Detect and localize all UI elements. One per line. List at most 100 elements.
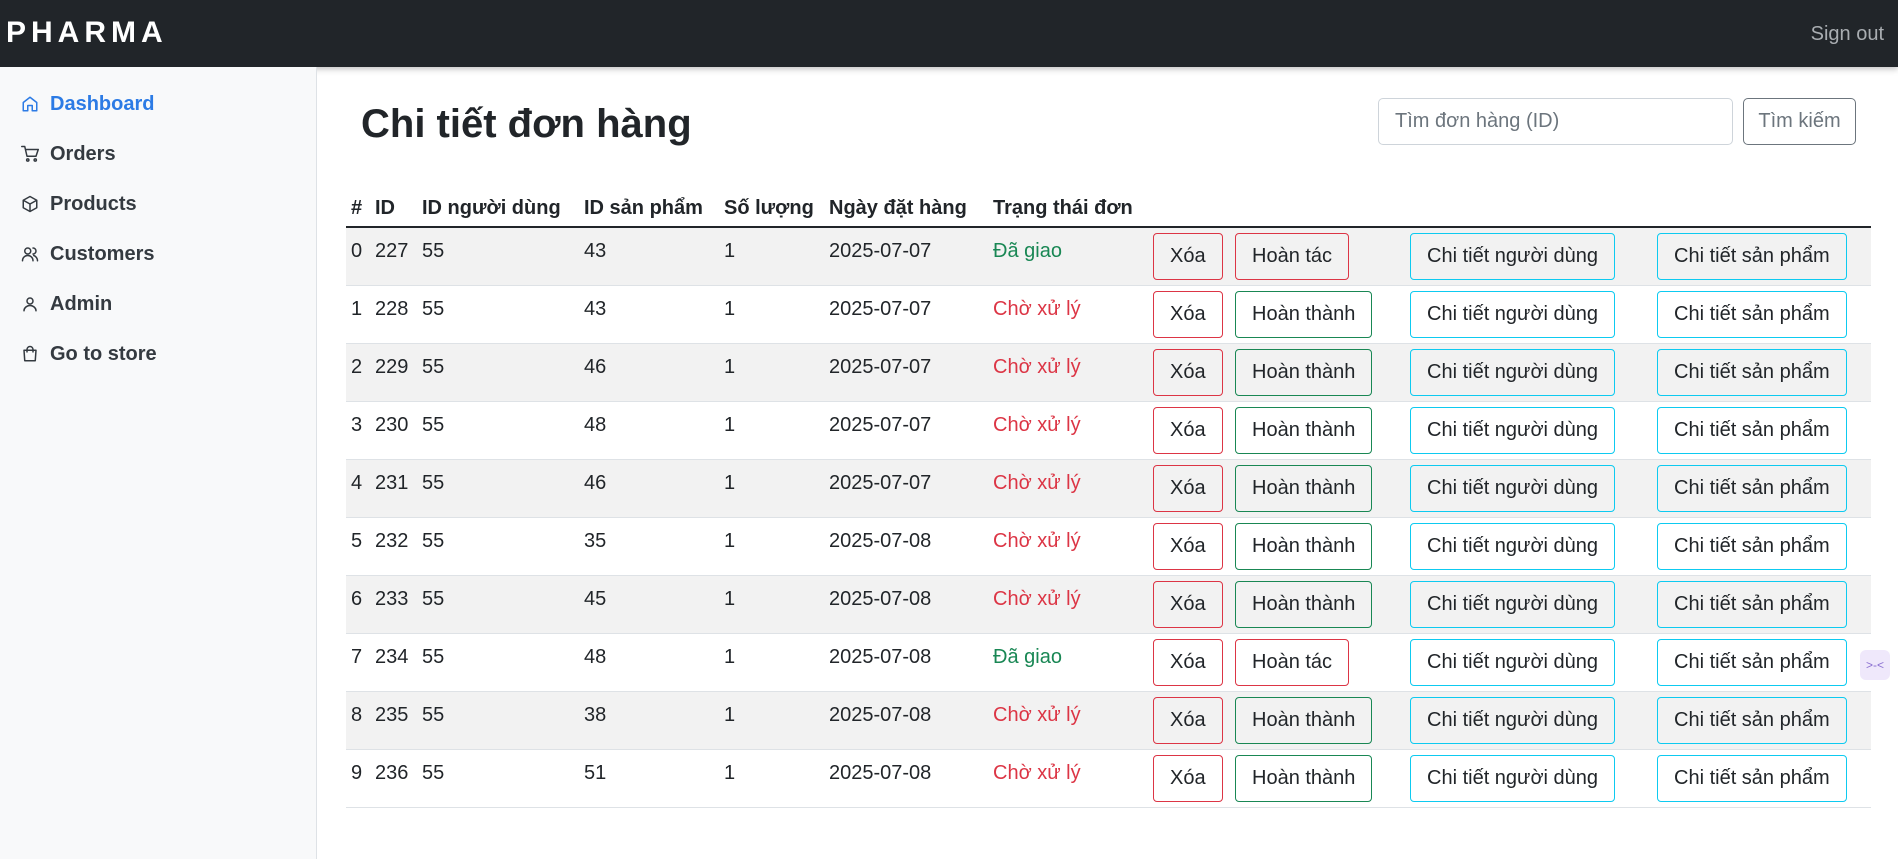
undo-button[interactable]: Hoàn tác [1235, 232, 1350, 280]
sidebar-item-admin[interactable]: Admin [20, 289, 112, 319]
delete-button[interactable]: Xóa [1153, 580, 1223, 628]
user-detail-button[interactable]: Chi tiết người dùng [1410, 232, 1616, 280]
user-id-cell: 55 [417, 343, 579, 402]
action-cell: Chi tiết người dùng [1405, 749, 1652, 808]
quantity-cell: 1 [719, 227, 824, 286]
order-status-cell: Đã giao [988, 633, 1148, 692]
user-detail-button[interactable]: Chi tiết người dùng [1410, 464, 1616, 512]
quantity-cell: 1 [719, 285, 824, 344]
table-row: 1 228 55 43 1 2025-07-07 Chờ xử lý Xóa Hoàn thàn… [346, 285, 1871, 344]
column-header-user-id: ID người dùng [417, 190, 579, 228]
action-cell: Xóa [1148, 749, 1230, 808]
delete-button[interactable]: Xóa [1153, 232, 1223, 280]
user-detail-button[interactable]: Chi tiết người dùng [1410, 696, 1616, 744]
action-cell: Xóa [1148, 575, 1230, 634]
column-header-empty [1230, 190, 1405, 228]
user-icon [20, 294, 40, 314]
delete-button[interactable]: Xóa [1153, 406, 1223, 454]
order-id-cell: 230 [370, 401, 417, 460]
delete-button[interactable]: Xóa [1153, 348, 1223, 396]
column-header-empty [1652, 190, 1871, 228]
sign-out-link[interactable]: Sign out [1811, 22, 1884, 46]
product-detail-button[interactable]: Chi tiết sản phẩm [1657, 348, 1847, 396]
action-cell: Hoàn thành [1230, 285, 1405, 344]
sidebar-item-orders[interactable]: Orders [20, 139, 116, 169]
product-id-cell: 48 [579, 633, 719, 692]
product-detail-button[interactable]: Chi tiết sản phẩm [1657, 406, 1847, 454]
search-button[interactable]: Tìm kiếm [1743, 98, 1856, 145]
brand-logo[interactable]: PHARMA [6, 14, 168, 52]
users-icon [20, 244, 40, 264]
sidebar-item-products[interactable]: Products [20, 189, 137, 219]
column-header-quantity: Số lượng [719, 190, 824, 228]
delete-button[interactable]: Xóa [1153, 522, 1223, 570]
sidebar-item-label: Go to store [50, 342, 157, 365]
product-detail-button[interactable]: Chi tiết sản phẩm [1657, 638, 1847, 686]
product-detail-button[interactable]: Chi tiết sản phẩm [1657, 754, 1847, 802]
complete-button[interactable]: Hoàn thành [1235, 406, 1373, 454]
action-cell: Xóa [1148, 517, 1230, 576]
order-id-cell: 235 [370, 691, 417, 750]
complete-button[interactable]: Hoàn thành [1235, 290, 1373, 338]
extension-icon[interactable]: >-< [1860, 650, 1890, 680]
order-id-cell: 232 [370, 517, 417, 576]
product-detail-button[interactable]: Chi tiết sản phẩm [1657, 580, 1847, 628]
order-status-cell: Chờ xử lý [988, 517, 1148, 576]
order-status-cell: Chờ xử lý [988, 401, 1148, 460]
table-row: 8 235 55 38 1 2025-07-08 Chờ xử lý Xóa Hoàn thàn… [346, 691, 1871, 750]
complete-button[interactable]: Hoàn thành [1235, 754, 1373, 802]
complete-button[interactable]: Hoàn thành [1235, 522, 1373, 570]
product-detail-button[interactable]: Chi tiết sản phẩm [1657, 232, 1847, 280]
quantity-cell: 1 [719, 517, 824, 576]
row-index-cell: 2 [346, 343, 370, 402]
complete-button[interactable]: Hoàn thành [1235, 580, 1373, 628]
user-detail-button[interactable]: Chi tiết người dùng [1410, 754, 1616, 802]
sidebar-item-go-to-store[interactable]: Go to store [20, 339, 157, 369]
table-row: 4 231 55 46 1 2025-07-07 Chờ xử lý Xóa Hoàn thàn… [346, 459, 1871, 518]
user-detail-button[interactable]: Chi tiết người dùng [1410, 348, 1616, 396]
table-row: 0 227 55 43 1 2025-07-07 Đã giao Xóa Hoàn tác Chi… [346, 227, 1871, 286]
column-header-order-status: Trạng thái đơn [988, 190, 1148, 228]
complete-button[interactable]: Hoàn thành [1235, 464, 1373, 512]
delete-button[interactable]: Xóa [1153, 638, 1223, 686]
user-detail-button[interactable]: Chi tiết người dùng [1410, 638, 1616, 686]
product-detail-button[interactable]: Chi tiết sản phẩm [1657, 464, 1847, 512]
product-detail-button[interactable]: Chi tiết sản phẩm [1657, 696, 1847, 744]
order-status-cell: Đã giao [988, 227, 1148, 286]
row-index-cell: 6 [346, 575, 370, 634]
sidebar-item-label: Dashboard [50, 92, 155, 115]
delete-button[interactable]: Xóa [1153, 696, 1223, 744]
sidebar-item-dashboard[interactable]: Dashboard [20, 89, 154, 119]
order-date-cell: 2025-07-07 [824, 227, 988, 286]
user-detail-button[interactable]: Chi tiết người dùng [1410, 406, 1616, 454]
user-detail-button[interactable]: Chi tiết người dùng [1410, 522, 1616, 570]
user-detail-button[interactable]: Chi tiết người dùng [1410, 580, 1616, 628]
complete-button[interactable]: Hoàn thành [1235, 696, 1373, 744]
action-cell: Xóa [1148, 401, 1230, 460]
sidebar-item-customers[interactable]: Customers [20, 239, 154, 269]
home-icon [20, 94, 40, 114]
user-id-cell: 55 [417, 633, 579, 692]
page-title: Chi tiết đơn hàng [361, 102, 692, 146]
action-cell: Chi tiết sản phẩm [1652, 749, 1871, 808]
user-detail-button[interactable]: Chi tiết người dùng [1410, 290, 1616, 338]
product-detail-button[interactable]: Chi tiết sản phẩm [1657, 522, 1847, 570]
undo-button[interactable]: Hoàn tác [1235, 638, 1350, 686]
product-id-cell: 48 [579, 401, 719, 460]
delete-button[interactable]: Xóa [1153, 464, 1223, 512]
table-row: 6 233 55 45 1 2025-07-08 Chờ xử lý Xóa Hoàn thàn… [346, 575, 1871, 634]
order-id-cell: 229 [370, 343, 417, 402]
cart-icon [20, 144, 40, 164]
complete-button[interactable]: Hoàn thành [1235, 348, 1373, 396]
delete-button[interactable]: Xóa [1153, 754, 1223, 802]
user-id-cell: 55 [417, 575, 579, 634]
search-input[interactable] [1378, 98, 1733, 145]
order-date-cell: 2025-07-07 [824, 343, 988, 402]
product-detail-button[interactable]: Chi tiết sản phẩm [1657, 290, 1847, 338]
delete-button[interactable]: Xóa [1153, 290, 1223, 338]
top-navbar: PHARMA Sign out [0, 0, 1898, 67]
action-cell: Xóa [1148, 633, 1230, 692]
quantity-cell: 1 [719, 575, 824, 634]
action-cell: Xóa [1148, 691, 1230, 750]
table-header-row: # ID ID người dùng ID sản phẩm Số lượng … [346, 190, 1871, 228]
